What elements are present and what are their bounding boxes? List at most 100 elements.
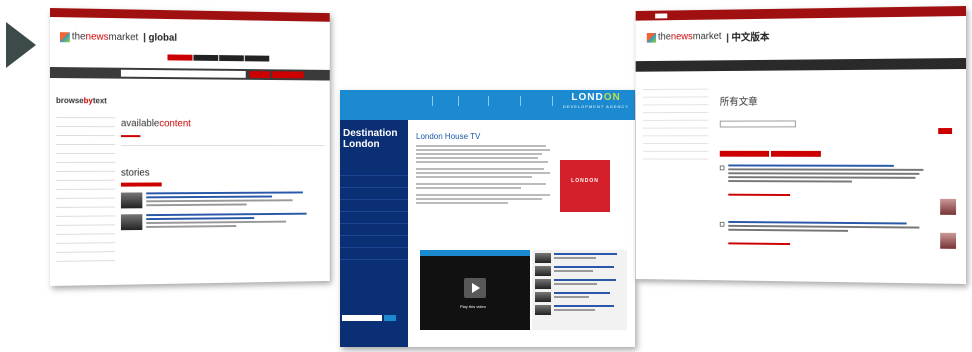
- sidebar-title: browsebytext: [55, 96, 107, 106]
- logo-text: thenewsmarket: [71, 31, 139, 44]
- sidebar-item[interactable]: [55, 118, 116, 128]
- playlist-item[interactable]: [535, 266, 624, 276]
- left-nav-link[interactable]: [340, 188, 408, 200]
- top-nav-item[interactable]: [682, 13, 685, 18]
- search-input[interactable]: [342, 315, 382, 321]
- sidebar-item[interactable]: [55, 127, 116, 137]
- search-button[interactable]: [249, 71, 271, 79]
- sidebar-item[interactable]: [643, 112, 709, 121]
- top-nav-item[interactable]: [690, 13, 695, 18]
- sidebar-item[interactable]: [55, 180, 116, 190]
- tab[interactable]: [244, 55, 270, 62]
- sidebar: [643, 81, 709, 160]
- nav-item[interactable]: [458, 96, 484, 106]
- nav-item[interactable]: [488, 96, 516, 106]
- play-icon[interactable]: [464, 278, 486, 298]
- tab[interactable]: [167, 54, 193, 61]
- sidebar-item[interactable]: [643, 151, 709, 160]
- newsmarket-logo[interactable]: thenewsmarket | global: [59, 31, 177, 44]
- sidebar-item[interactable]: [55, 162, 116, 172]
- top-nav-item[interactable]: [69, 10, 80, 15]
- sidebar-item[interactable]: [643, 136, 709, 145]
- sidebar-item[interactable]: [55, 136, 116, 146]
- story-thumbnail[interactable]: [120, 192, 143, 209]
- playlist-item[interactable]: [535, 279, 624, 289]
- lda-logo[interactable]: LONDON DEVELOPMENT AGENCY: [563, 93, 629, 111]
- article-item[interactable]: [719, 164, 957, 215]
- sidebar-item[interactable]: [55, 145, 116, 154]
- article-checkbox[interactable]: [719, 221, 725, 227]
- logo-mark-icon: [59, 31, 70, 42]
- available-content-heading: availablecontent: [120, 118, 191, 130]
- sidebar: browsebytext: [55, 96, 116, 262]
- left-nav-link[interactable]: [340, 248, 408, 260]
- composite-screenshot: thenewsmarket | global browsebytext avai…: [0, 0, 972, 352]
- search-button[interactable]: [384, 315, 396, 321]
- stories-heading: stories: [120, 167, 150, 179]
- left-nav-link[interactable]: [340, 212, 408, 224]
- divider: [120, 145, 325, 147]
- arrow-right-icon: [6, 22, 36, 68]
- article-thumbnail[interactable]: [940, 198, 957, 215]
- sidebar-item[interactable]: [55, 153, 116, 163]
- sidebar-item[interactable]: [55, 171, 116, 181]
- edition-label: | 中文版本: [726, 32, 770, 44]
- advanced-search-button[interactable]: [272, 71, 304, 79]
- left-nav-link[interactable]: [340, 200, 408, 212]
- left-nav-link[interactable]: [340, 236, 408, 248]
- sidebar-item[interactable]: [643, 105, 709, 114]
- sidebar-item[interactable]: [643, 120, 709, 129]
- story-thumbnail[interactable]: [120, 214, 143, 231]
- top-nav-item[interactable]: [54, 10, 63, 15]
- edition-label: | global: [143, 32, 177, 44]
- top-nav: LONDON DEVELOPMENT AGENCY: [340, 90, 635, 120]
- top-nav-item[interactable]: [99, 11, 109, 16]
- go-button[interactable]: [938, 128, 953, 135]
- search-bar: [635, 58, 966, 72]
- screenshot-newsmarket-chinese: thenewsmarket | 中文版本 所有文章: [635, 6, 966, 284]
- sidebar-item[interactable]: [643, 128, 709, 137]
- sidebar-item[interactable]: [55, 252, 116, 262]
- top-nav-item[interactable]: [639, 13, 649, 18]
- tab[interactable]: [219, 55, 244, 62]
- article-thumbnail[interactable]: [940, 232, 957, 249]
- playlist-item[interactable]: [535, 292, 624, 302]
- left-nav-link[interactable]: [340, 224, 408, 236]
- article-checkbox[interactable]: [719, 165, 725, 171]
- sidebar-item[interactable]: [55, 109, 116, 119]
- left-nav-link[interactable]: [340, 176, 408, 188]
- story-item[interactable]: [120, 212, 324, 231]
- count-line: [120, 135, 141, 138]
- sort-tab[interactable]: [120, 182, 162, 187]
- sidebar-item[interactable]: [643, 144, 709, 152]
- story-item[interactable]: [120, 191, 324, 209]
- top-nav-item[interactable]: [655, 12, 668, 18]
- video-caption: Play this video: [460, 304, 486, 309]
- tab[interactable]: [193, 54, 219, 61]
- top-nav-item[interactable]: [673, 13, 676, 18]
- logo-mark-icon: [646, 32, 657, 43]
- left-nav: Destination London: [340, 120, 408, 347]
- video-player[interactable]: Play this video: [420, 250, 530, 330]
- filter-tab[interactable]: [771, 150, 821, 157]
- main-content: [719, 110, 957, 249]
- main-tabs: [167, 54, 270, 62]
- page-title: 所有文章: [719, 97, 758, 109]
- nav-item[interactable]: [520, 96, 548, 106]
- nav-item[interactable]: [432, 96, 454, 106]
- playlist-item[interactable]: [535, 305, 624, 315]
- left-nav-link[interactable]: [340, 164, 408, 176]
- playlist-item[interactable]: [535, 253, 624, 263]
- logo-text: thenewsmarket: [657, 31, 722, 43]
- section-heading: Destination London: [343, 128, 398, 150]
- london-badge: LONDON: [560, 160, 610, 212]
- article-item[interactable]: [719, 220, 957, 249]
- category-select[interactable]: [719, 120, 796, 128]
- newsmarket-logo[interactable]: thenewsmarket | 中文版本: [646, 29, 770, 45]
- top-nav-item[interactable]: [86, 11, 94, 16]
- search-input[interactable]: [120, 69, 246, 78]
- sidebar-item[interactable]: [55, 189, 116, 199]
- filter-tab[interactable]: [719, 150, 770, 157]
- video-playlist: [532, 250, 627, 330]
- sidebar-item[interactable]: [55, 198, 116, 208]
